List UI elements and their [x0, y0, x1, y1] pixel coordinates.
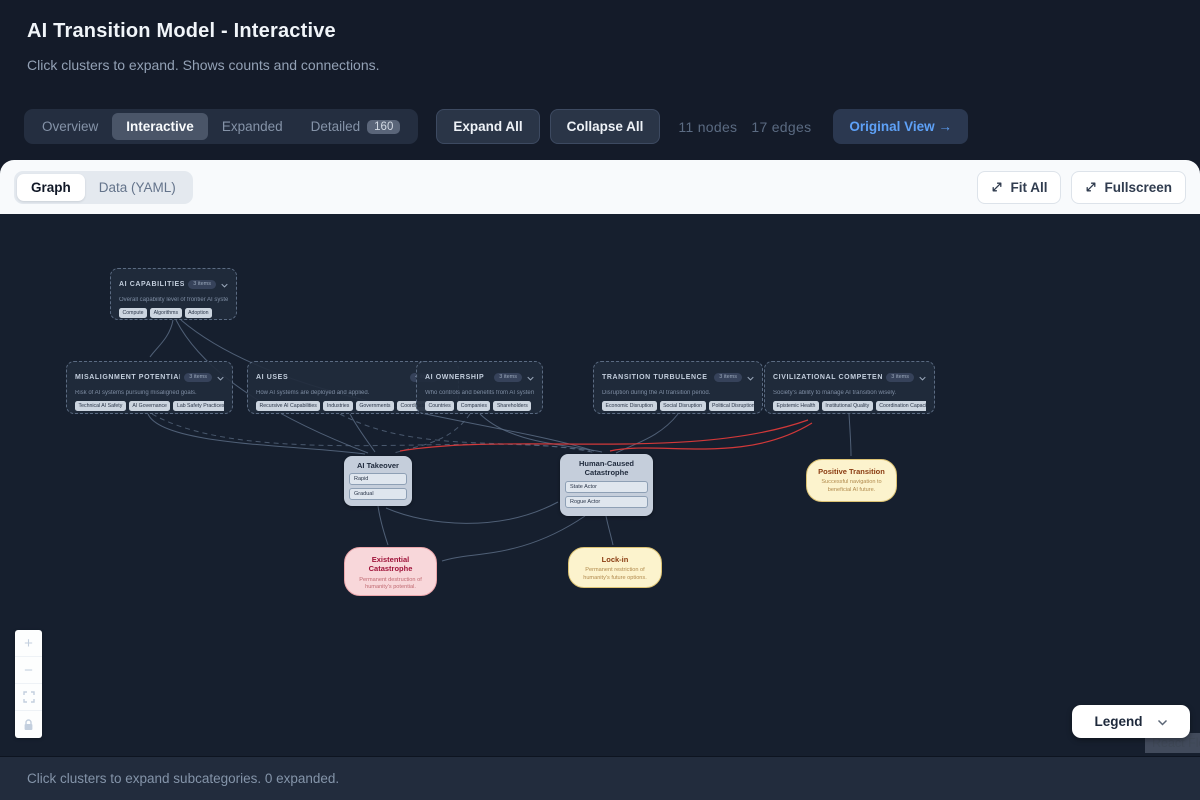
- tag-chip: Technical AI Safety: [75, 401, 126, 411]
- node-lock-in[interactable]: Lock-in Permanent restriction of humanit…: [568, 547, 662, 588]
- tab-interactive[interactable]: Interactive: [112, 113, 208, 140]
- subnode-rogue-actor[interactable]: Rogue Actor: [565, 496, 648, 508]
- tab-expanded[interactable]: Expanded: [208, 113, 297, 140]
- tag-chip: Shareholders: [493, 401, 531, 411]
- cluster-ai-capabilities[interactable]: AI CAPABILITIES 3 items Overall capabili…: [110, 268, 237, 320]
- minus-icon: −: [24, 662, 33, 679]
- zoom-controls: + −: [15, 630, 42, 738]
- tag-chip: Compute: [119, 308, 147, 318]
- subnode-gradual[interactable]: Gradual: [349, 488, 407, 500]
- tag-chip: Recursive AI Capabilities: [256, 401, 320, 411]
- original-view-button[interactable]: Original View →: [833, 109, 968, 144]
- chevron-down-icon: [1157, 714, 1168, 729]
- tag-chip: Epistemic Health: [773, 401, 819, 411]
- tag-chip: Lab Safety Practices: [173, 401, 224, 411]
- chevron-down-icon: [527, 368, 534, 386]
- detailed-count-badge: 160: [367, 120, 400, 134]
- fullscreen-button[interactable]: Fullscreen: [1071, 171, 1186, 204]
- lock-icon: [23, 719, 34, 731]
- expand-diagonal-icon: [991, 181, 1003, 193]
- tab-detailed[interactable]: Detailed 160: [297, 113, 415, 140]
- lock-button[interactable]: [15, 711, 42, 738]
- chevron-down-icon: [747, 368, 754, 386]
- tag-chip: Social Disruption: [660, 401, 706, 411]
- item-count-badge: 3 items: [886, 373, 914, 382]
- subnode-rapid[interactable]: Rapid: [349, 473, 407, 485]
- graph-panel: Graph Data (YAML) Fit All Fullscreen: [0, 160, 1200, 756]
- legend-button[interactable]: Legend: [1072, 705, 1190, 738]
- expand-all-button[interactable]: Expand All: [436, 109, 539, 144]
- tag-chip: Coordination Capacity: [876, 401, 926, 411]
- item-count-badge: 3 items: [494, 373, 522, 382]
- fullscreen-icon: [1085, 181, 1097, 193]
- node-positive-transition[interactable]: Positive Transition Successful navigatio…: [806, 459, 897, 502]
- collapse-all-button[interactable]: Collapse All: [550, 109, 661, 144]
- graph-canvas[interactable]: AI CAPABILITIES 3 items Overall capabili…: [0, 214, 1200, 756]
- tag-chip: Countries: [425, 401, 454, 411]
- edges-count: 17 edges: [751, 119, 811, 135]
- chevron-down-icon: [919, 368, 926, 386]
- tag-chip: AI Governance: [129, 401, 171, 411]
- main-toolbar: Overview Interactive Expanded Detailed 1…: [24, 109, 1176, 144]
- page-title: AI Transition Model - Interactive: [27, 20, 336, 43]
- fit-view-icon: [23, 691, 35, 703]
- cluster-transition-turbulence[interactable]: TRANSITION TURBULENCE 3 items Disruption…: [593, 361, 763, 414]
- tag-chip: Political Disruption: [709, 401, 754, 411]
- tag-chip: Algorithms: [150, 308, 182, 318]
- status-text: Click clusters to expand subcategories. …: [27, 771, 339, 786]
- item-count-badge: 3 items: [184, 373, 212, 382]
- subnode-state-actor[interactable]: State Actor: [565, 481, 648, 493]
- chevron-down-icon: [221, 275, 228, 293]
- nodes-count: 11 nodes: [678, 119, 737, 135]
- tag-chip: Industries: [323, 401, 353, 411]
- panel-header-actions: Fit All Fullscreen: [977, 171, 1186, 204]
- status-bar: Click clusters to expand subcategories. …: [0, 756, 1200, 800]
- node-ai-takeover[interactable]: AI Takeover Rapid Gradual: [344, 456, 412, 506]
- node-human-caused-catastrophe[interactable]: Human-Caused Catastrophe State Actor Rog…: [560, 454, 653, 516]
- panel-tabgroup: Graph Data (YAML): [14, 171, 193, 204]
- tab-data-yaml[interactable]: Data (YAML): [85, 174, 190, 201]
- item-count-badge: 3 items: [188, 280, 216, 289]
- node-existential-catastrophe[interactable]: Existential Catastrophe Permanent destru…: [344, 547, 437, 596]
- tag-chip: Adoption: [185, 308, 212, 318]
- tab-graph[interactable]: Graph: [17, 174, 85, 201]
- page-subtitle: Click clusters to expand. Shows counts a…: [27, 57, 380, 73]
- cluster-ai-ownership[interactable]: AI OWNERSHIP 3 items Who controls and be…: [416, 361, 543, 414]
- view-tabgroup: Overview Interactive Expanded Detailed 1…: [24, 109, 418, 144]
- zoom-in-button[interactable]: +: [15, 630, 42, 657]
- app-window: AI Transition Model - Interactive Click …: [0, 0, 1200, 800]
- plus-icon: +: [24, 635, 33, 652]
- item-count-badge: 3 items: [714, 373, 742, 382]
- tag-chip: Governments: [356, 401, 394, 411]
- tag-chip: Economic Disruption: [602, 401, 657, 411]
- tab-overview[interactable]: Overview: [28, 113, 112, 140]
- zoom-out-button[interactable]: −: [15, 657, 42, 684]
- chevron-down-icon: [217, 368, 224, 386]
- tag-chip: Institutional Quality: [822, 401, 873, 411]
- tag-chip: Companies: [457, 401, 490, 411]
- fit-view-button[interactable]: [15, 684, 42, 711]
- cluster-civilizational-competence[interactable]: CIVILIZATIONAL COMPETENCE 3 items Societ…: [764, 361, 935, 414]
- graph-panel-header: Graph Data (YAML) Fit All Fullscreen: [0, 160, 1200, 214]
- fit-all-button[interactable]: Fit All: [977, 171, 1061, 204]
- cluster-misalignment-potential[interactable]: MISALIGNMENT POTENTIAL 3 items Risk of A…: [66, 361, 233, 414]
